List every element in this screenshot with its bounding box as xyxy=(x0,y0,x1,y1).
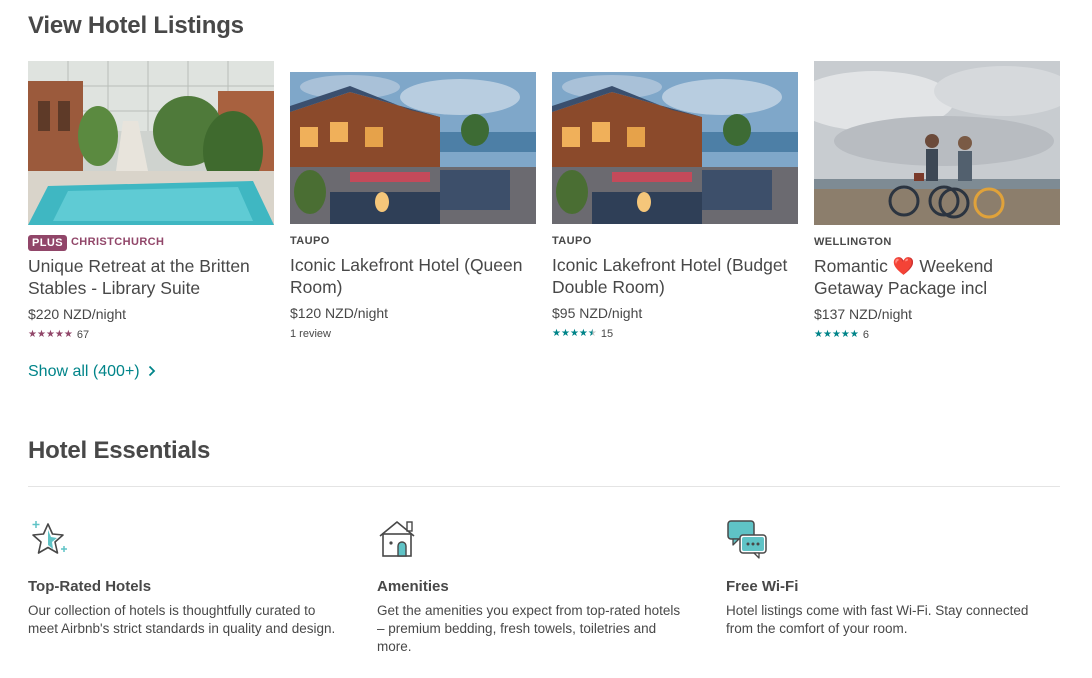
star-icon: ★ xyxy=(54,329,64,340)
star-icon: ★ xyxy=(587,328,597,339)
lakefront-deck-photo[interactable] xyxy=(290,72,536,224)
star-icon: ★ xyxy=(560,328,570,339)
star-icon: ★ xyxy=(831,329,841,340)
review-count: 6 xyxy=(862,329,869,341)
feature-amenities: Amenities Get the amenities you expect f… xyxy=(377,518,687,656)
chat-bubbles-icon xyxy=(726,518,768,560)
listing-card[interactable]: PLUS CHRISTCHURCH Unique Retreat at the B… xyxy=(28,61,274,342)
star-sparkle-icon xyxy=(28,518,70,560)
listing-name[interactable]: Romantic ❤️ Weekend Getaway Package incl xyxy=(814,255,1060,299)
star-icon: ★ xyxy=(840,329,850,340)
star-icon: ★ xyxy=(28,329,37,340)
star-icon: ★ xyxy=(814,329,823,340)
star-icon: ★ xyxy=(822,329,832,340)
listing-rating: ★ ★ ★ ★ ★ 6 xyxy=(814,328,1060,342)
listing-price: $137 NZD/night xyxy=(814,306,913,322)
feature-title: Amenities xyxy=(377,578,449,595)
listing-location: TAUPO xyxy=(290,235,330,247)
star-rating-icon: ★ ★ ★ ★ ★ xyxy=(552,328,597,340)
listing-location: CHRISTCHURCH xyxy=(70,236,165,248)
listing-kicker: WELLINGTON xyxy=(814,235,1060,249)
listing-rating: 1 review xyxy=(290,327,536,341)
listing-rating: ★ ★ ★ ★ ★ 15 xyxy=(552,327,798,341)
feature-description: Our collection of hotels is thoughtfully… xyxy=(28,603,336,636)
listing-name[interactable]: Unique Retreat at the Britten Stables - … xyxy=(28,255,274,299)
listing-name[interactable]: Iconic Lakefront Hotel (Queen Room) xyxy=(290,254,536,298)
listing-card[interactable]: WELLINGTON Romantic ❤️ Weekend Getaway P… xyxy=(814,61,1060,342)
show-all-label: Show all (400+) xyxy=(28,363,140,380)
star-icon: ★ xyxy=(36,329,46,340)
review-count: 67 xyxy=(76,329,90,341)
star-rating-icon: ★ ★ ★ ★ ★ xyxy=(814,329,859,341)
section-divider xyxy=(28,486,1060,487)
show-all-link[interactable]: Show all (400+) xyxy=(28,363,156,381)
listings-section-title: View Hotel Listings xyxy=(28,12,244,39)
listing-price: $120 NZD/night xyxy=(290,305,389,321)
pool-courtyard-photo[interactable] xyxy=(28,61,274,225)
listing-location: WELLINGTON xyxy=(814,236,892,248)
feature-title: Free Wi-Fi xyxy=(726,578,799,595)
listing-kicker: TAUPO xyxy=(552,234,798,248)
couple-bicycles-photo[interactable] xyxy=(814,61,1060,225)
star-icon: ★ xyxy=(552,328,561,339)
listing-rating: ★ ★ ★ ★ ★ 67 xyxy=(28,328,274,342)
listing-kicker: PLUS CHRISTCHURCH xyxy=(28,235,274,251)
star-icon: ★ xyxy=(578,328,588,339)
feature-description: Get the amenities you expect from top-ra… xyxy=(377,603,681,654)
star-icon: ★ xyxy=(849,329,859,340)
feature-top-rated: Top-Rated Hotels Our collection of hotel… xyxy=(28,518,338,638)
plus-badge: PLUS xyxy=(28,235,67,251)
listing-location: TAUPO xyxy=(552,235,592,247)
star-icon: ★ xyxy=(569,328,579,339)
review-count: 1 review xyxy=(290,328,331,340)
feature-title: Top-Rated Hotels xyxy=(28,578,152,595)
star-icon: ★ xyxy=(63,329,73,340)
star-rating-icon: ★ ★ ★ ★ ★ xyxy=(28,329,73,341)
feature-wifi: Free Wi-Fi Hotel listings come with fast… xyxy=(726,518,1036,638)
listing-price: $220 NZD/night xyxy=(28,306,127,322)
listing-card[interactable]: TAUPO Iconic Lakefront Hotel (Queen Room… xyxy=(290,72,536,341)
review-count: 15 xyxy=(600,328,614,340)
lakefront-deck-photo[interactable] xyxy=(552,72,798,224)
house-door-icon xyxy=(377,518,419,560)
essentials-section-title: Hotel Essentials xyxy=(28,437,211,464)
listing-card[interactable]: TAUPO Iconic Lakefront Hotel (Budget Dou… xyxy=(552,72,798,341)
listing-name[interactable]: Iconic Lakefront Hotel (Budget Double Ro… xyxy=(552,254,798,298)
star-icon: ★ xyxy=(45,329,55,340)
listing-kicker: TAUPO xyxy=(290,234,536,248)
feature-description: Hotel listings come with fast Wi-Fi. Sta… xyxy=(726,603,1029,636)
listing-price: $95 NZD/night xyxy=(552,305,643,321)
chevron-right-icon xyxy=(148,364,156,380)
